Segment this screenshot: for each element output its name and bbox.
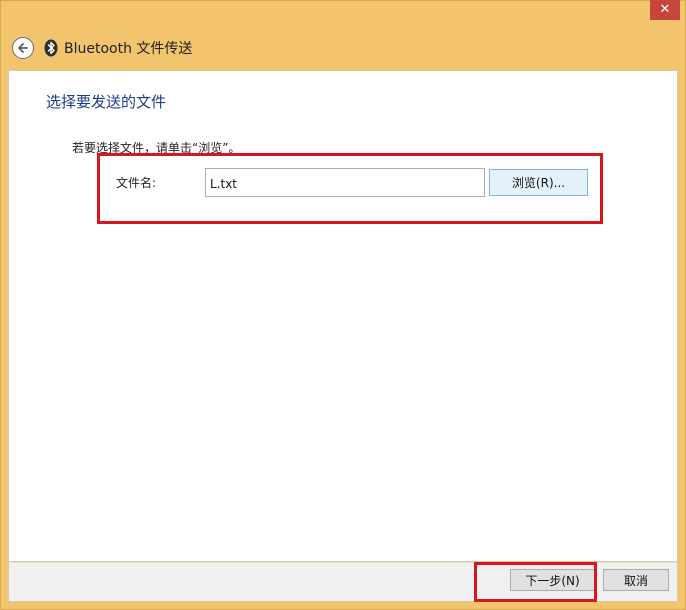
page-title: 选择要发送的文件 (46, 93, 167, 111)
cancel-button[interactable]: 取消 (603, 569, 669, 591)
highlight-box-next (474, 562, 597, 602)
wizard-header: Bluetooth 文件传送 (8, 30, 678, 66)
file-name-label: 文件名: (116, 176, 157, 190)
back-button[interactable] (12, 37, 34, 59)
content-panel: 选择要发送的文件 若要选择文件，请单击“浏览”。 文件名: 浏览(R)... (8, 70, 678, 562)
back-arrow-icon (18, 43, 28, 53)
browse-button[interactable]: 浏览(R)... (489, 169, 588, 196)
close-button[interactable]: ✕ (650, 0, 680, 20)
file-name-input[interactable] (205, 168, 485, 197)
close-icon: ✕ (659, 2, 671, 17)
bluetooth-icon (44, 39, 58, 57)
window-title: Bluetooth 文件传送 (64, 41, 193, 57)
